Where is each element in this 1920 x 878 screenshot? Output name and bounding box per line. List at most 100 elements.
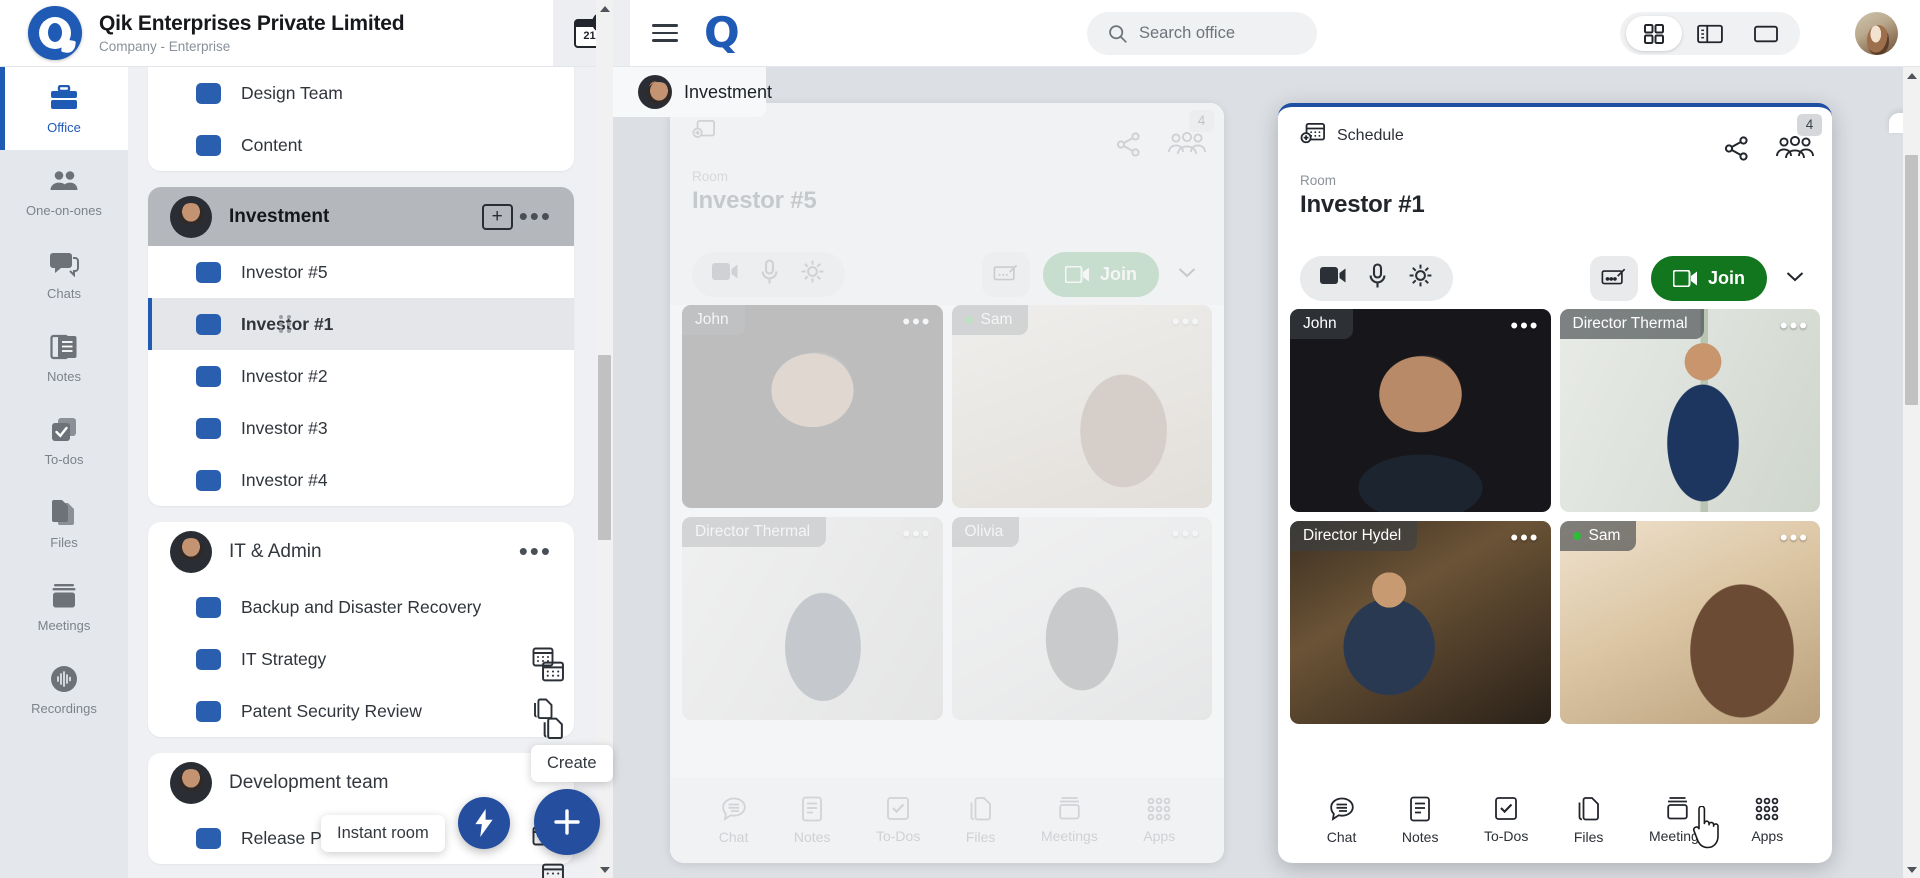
room-card-investor-1[interactable]: Schedule 4 Room Investor #1 — [1278, 103, 1832, 863]
sidebar-item-one-on-ones[interactable]: One-on-ones — [0, 150, 128, 233]
list-item[interactable]: Patent Security Review — [148, 685, 574, 737]
list-item[interactable]: Content — [148, 119, 574, 171]
participant-tile[interactable]: Sam ••• — [1560, 521, 1821, 724]
room-card-investor-5[interactable]: 4 Room Investor #5 — [670, 103, 1224, 863]
share-icon[interactable] — [1115, 131, 1142, 163]
sidebar-item-chats[interactable]: Chats — [0, 233, 128, 316]
instant-room-fab[interactable] — [458, 797, 510, 849]
av-controls — [692, 252, 845, 297]
sidebar-item-notes[interactable]: Notes — [0, 316, 128, 399]
join-button[interactable]: Join — [1043, 252, 1159, 297]
list-item[interactable]: Investor #3 — [148, 402, 574, 454]
tile-more-options-icon[interactable]: ••• — [902, 523, 931, 545]
list-item[interactable]: Design Team — [148, 67, 574, 119]
scroll-up-arrow[interactable] — [1903, 67, 1920, 84]
hamburger-menu-icon[interactable] — [652, 19, 678, 47]
add-calendar-icon[interactable] — [1300, 122, 1326, 151]
create-fab[interactable] — [534, 789, 600, 855]
single-view-icon[interactable] — [1738, 16, 1794, 51]
list-item[interactable]: Investor #4 — [148, 454, 574, 506]
participant-tile[interactable]: Director Thermal ••• — [682, 517, 943, 720]
add-calendar-icon[interactable] — [692, 119, 716, 146]
participant-tile[interactable]: John ••• — [682, 305, 943, 508]
calendar-button[interactable]: 21 2 — [549, 0, 630, 67]
group-popup-investment[interactable]: Investment — [613, 67, 766, 117]
search-bar[interactable] — [1087, 12, 1317, 55]
footer-files-button[interactable]: Files — [1574, 796, 1604, 845]
group-more-options-icon[interactable]: ••• — [513, 545, 558, 558]
sidebar-item-meetings[interactable]: Meetings — [0, 565, 128, 648]
room-color-icon — [196, 135, 221, 156]
add-room-button[interactable]: + — [482, 204, 513, 230]
group-header-investment[interactable]: Investment + ••• — [148, 187, 574, 246]
tile-more-options-icon[interactable]: ••• — [1172, 311, 1201, 333]
scroll-down-arrow[interactable] — [1903, 861, 1920, 878]
share-icon[interactable] — [1723, 135, 1750, 167]
tile-more-options-icon[interactable]: ••• — [1510, 315, 1539, 337]
participant-name: John — [1303, 315, 1337, 333]
microphone-icon[interactable] — [1369, 263, 1386, 294]
footer-notes-button[interactable]: Notes — [1402, 796, 1439, 845]
search-input[interactable] — [1139, 24, 1299, 43]
sidebar-item-office[interactable]: Office — [0, 67, 128, 150]
footer-apps-button[interactable]: Apps — [1143, 797, 1175, 844]
sidebar-item-files[interactable]: Files — [0, 482, 128, 565]
participant-name: Director Hydel — [1303, 527, 1401, 545]
group-header-development-team[interactable]: Development team — [148, 753, 574, 812]
chevron-down-icon[interactable] — [1780, 263, 1810, 293]
calendar-small-icon[interactable] — [541, 660, 565, 687]
calendar-small-icon[interactable] — [541, 862, 565, 878]
files-small-icon[interactable] — [541, 716, 565, 745]
scrollbar-thumb[interactable] — [1905, 155, 1918, 405]
list-item[interactable]: Backup and Disaster Recovery — [148, 581, 574, 633]
participants-button[interactable]: 4 — [1168, 132, 1206, 163]
video-camera-icon[interactable] — [1320, 266, 1347, 290]
footer-todos-button[interactable]: To-Dos — [876, 796, 920, 844]
gear-icon[interactable] — [1408, 263, 1433, 293]
scrollbar-thumb[interactable] — [598, 355, 611, 540]
room-title: Investor #1 — [1300, 191, 1810, 219]
footer-apps-button[interactable]: Apps — [1751, 797, 1783, 844]
tile-more-options-icon[interactable]: ••• — [1780, 527, 1809, 549]
footer-meetings-button[interactable]: Meetings — [1041, 796, 1098, 844]
participants-button[interactable]: 4 — [1776, 136, 1814, 167]
participant-count-badge: 4 — [1797, 114, 1822, 136]
tile-more-options-icon[interactable]: ••• — [902, 311, 931, 333]
video-camera-icon[interactable] — [712, 262, 739, 286]
participant-tile[interactable]: Sam ••• — [952, 305, 1213, 508]
footer-chat-button[interactable]: Chat — [719, 796, 749, 845]
tile-more-options-icon[interactable]: ••• — [1780, 315, 1809, 337]
group-more-options-icon[interactable]: ••• — [513, 210, 558, 223]
footer-notes-button[interactable]: Notes — [794, 796, 831, 845]
scroll-up-arrow[interactable] — [596, 0, 613, 17]
stage-scrollbar[interactable] — [1903, 67, 1920, 878]
list-item-active[interactable]: Investor #1 — [148, 298, 574, 350]
drag-handle-icon[interactable] — [279, 315, 291, 333]
avatar[interactable] — [1855, 12, 1898, 55]
sidebar-item-recordings[interactable]: Recordings — [0, 648, 128, 731]
tile-more-options-icon[interactable]: ••• — [1172, 523, 1201, 545]
participant-tile[interactable]: Director Hydel ••• — [1290, 521, 1551, 724]
list-item[interactable]: Investor #5 — [148, 246, 574, 298]
participant-tile[interactable]: Director Thermal ••• — [1560, 309, 1821, 512]
room-color-icon — [196, 262, 221, 283]
participant-tile[interactable]: Olivia ••• — [952, 517, 1213, 720]
microphone-icon[interactable] — [761, 259, 778, 290]
grid-view-icon[interactable] — [1626, 16, 1682, 51]
whiteboard-icon[interactable] — [1590, 256, 1638, 301]
join-button[interactable]: Join — [1651, 256, 1767, 301]
group-header-it-admin[interactable]: IT & Admin ••• — [148, 522, 574, 581]
scroll-down-arrow[interactable] — [596, 861, 613, 878]
split-view-icon[interactable] — [1682, 16, 1738, 51]
list-item[interactable]: IT Strategy — [148, 633, 574, 685]
tile-more-options-icon[interactable]: ••• — [1510, 527, 1539, 549]
chevron-down-icon[interactable] — [1172, 259, 1202, 289]
footer-files-button[interactable]: Files — [966, 796, 996, 845]
footer-chat-button[interactable]: Chat — [1327, 796, 1357, 845]
list-item[interactable]: Investor #2 — [148, 350, 574, 402]
gear-icon[interactable] — [800, 259, 825, 289]
footer-todos-button[interactable]: To-Dos — [1484, 796, 1528, 844]
whiteboard-icon[interactable] — [982, 252, 1030, 297]
sidebar-item-to-dos[interactable]: To-dos — [0, 399, 128, 482]
participant-tile[interactable]: John ••• — [1290, 309, 1551, 512]
